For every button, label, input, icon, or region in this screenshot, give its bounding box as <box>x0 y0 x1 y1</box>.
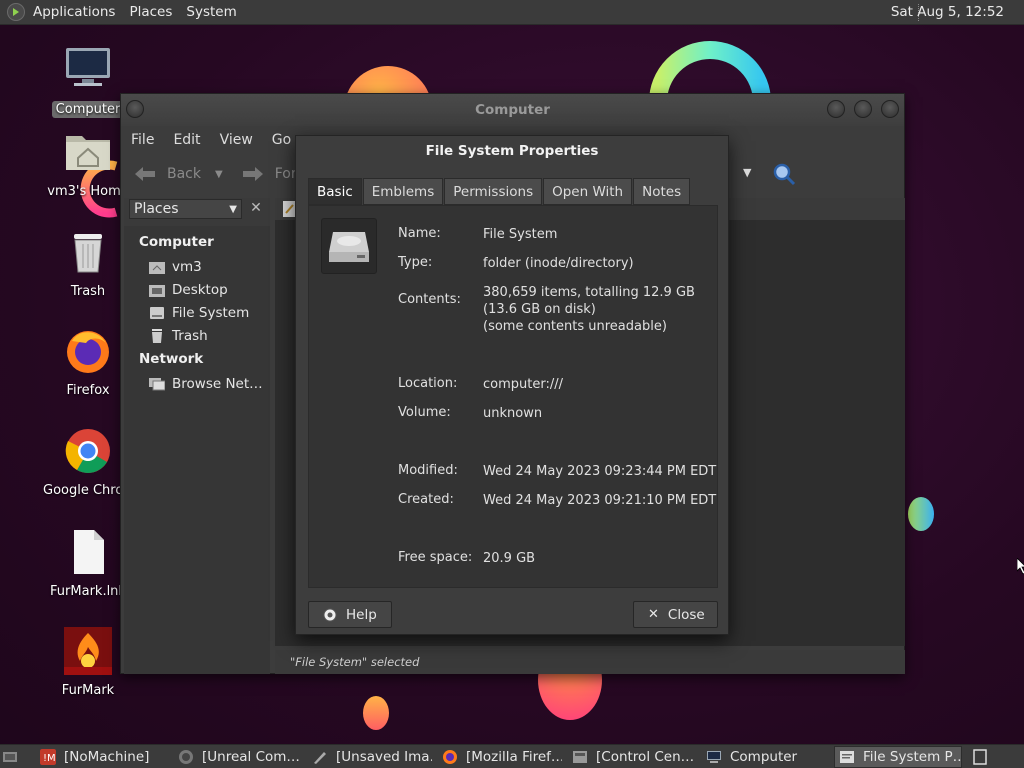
task-nomachine[interactable]: !M [NoMachine] <box>36 746 168 768</box>
back-dropdown-icon[interactable]: ▼ <box>215 169 223 180</box>
sidebar-group-network: Network <box>139 351 204 367</box>
top-panel: Applications Places System Sat Aug 5, 12… <box>0 0 1024 25</box>
help-button[interactable]: Help <box>308 601 392 628</box>
home-folder-icon <box>66 136 110 170</box>
system-menu[interactable]: System <box>186 4 236 20</box>
task-image-editor[interactable]: [Unsaved Ima… <box>308 746 432 768</box>
modified-value: Wed 24 May 2023 09:23:44 PM EDT <box>483 464 717 479</box>
sidebar-item-vm3[interactable]: vm3 <box>124 255 270 278</box>
contents-value-total: 380,659 items, totalling 12.9 GB <box>483 285 695 300</box>
furmark-icon <box>64 627 112 675</box>
properties-dialog: File System Properties Basic Emblems Per… <box>295 135 729 635</box>
tab-emblems[interactable]: Emblems <box>362 178 444 205</box>
minimize-button[interactable] <box>827 100 845 118</box>
created-label: Created: <box>398 492 454 507</box>
sidebar-item-file-system[interactable]: File System <box>124 301 270 324</box>
task-unreal[interactable]: [Unreal Com… <box>174 746 302 768</box>
contents-value-note: (some contents unreadable) <box>483 319 667 334</box>
svg-text:!M: !M <box>43 753 56 764</box>
task-computer[interactable]: Computer <box>702 746 828 768</box>
window-close-button[interactable] <box>881 100 899 118</box>
contents-value-disk: (13.6 GB on disk) <box>483 302 596 317</box>
menu-edit[interactable]: Edit <box>173 132 200 148</box>
back-arrow-icon <box>135 167 155 181</box>
desktop-folder-icon <box>149 284 165 297</box>
location-label: Location: <box>398 376 458 391</box>
dialog-title[interactable]: File System Properties <box>296 136 728 166</box>
clock[interactable]: Sat Aug 5, 12:52 <box>891 4 1004 20</box>
volume-value: unknown <box>483 406 543 421</box>
type-label: Type: <box>398 255 433 270</box>
name-label: Name: <box>398 226 441 241</box>
back-button[interactable]: Back ▼ <box>133 164 223 184</box>
home-icon <box>149 261 165 274</box>
firefox-icon <box>443 749 457 764</box>
modified-label: Modified: <box>398 463 458 478</box>
close-icon: ✕ <box>648 607 659 622</box>
free-space-value: 20.9 GB <box>483 551 536 566</box>
menu-file[interactable]: File <box>131 132 154 148</box>
name-value[interactable]: File System <box>483 226 557 243</box>
tab-basic[interactable]: Basic <box>308 178 362 205</box>
sidebar: Places ▼ ✕ Computer vm3 Desktop File Sys… <box>124 198 270 674</box>
sidebar-group-computer: Computer <box>139 234 214 250</box>
show-desktop-icon <box>3 751 17 762</box>
taskbar: !M [NoMachine] [Unreal Com… [Unsaved Ima… <box>0 744 1024 768</box>
places-menu[interactable]: Places <box>129 4 172 20</box>
chevron-down-icon: ▼ <box>229 203 237 215</box>
drive-icon <box>150 306 164 319</box>
computer-icon <box>707 750 721 763</box>
task-firefox[interactable]: [Mozilla Firef… <box>438 746 562 768</box>
properties-icon <box>840 750 854 763</box>
drive-icon[interactable] <box>321 218 377 274</box>
location-value: computer:/// <box>483 377 563 392</box>
window-titlebar[interactable]: Computer <box>121 94 904 126</box>
workspace-icon <box>973 748 987 765</box>
task-control-center[interactable]: [Control Cen… <box>568 746 696 768</box>
status-bar: "File System" selected <box>275 650 905 674</box>
firefox-icon <box>67 331 109 373</box>
unreal-icon <box>179 749 193 764</box>
applications-menu[interactable]: Applications <box>33 4 115 20</box>
close-button[interactable]: ✕ Close <box>633 601 718 628</box>
dialog-tabs: Basic Emblems Permissions Open With Note… <box>308 178 691 205</box>
task-file-system-properties[interactable]: File System P… <box>834 745 962 768</box>
trash-icon <box>152 328 162 343</box>
window-title: Computer <box>475 102 550 118</box>
chrome-icon <box>65 429 110 473</box>
maximize-button[interactable] <box>854 100 872 118</box>
workspace-switcher[interactable] <box>968 746 988 768</box>
show-desktop-button[interactable] <box>0 746 26 768</box>
close-sidebar-icon[interactable]: ✕ <box>246 198 266 218</box>
sidebar-item-browse-network[interactable]: Browse Net… <box>124 372 270 395</box>
contents-label: Contents: <box>398 292 461 307</box>
trash-icon <box>74 234 102 273</box>
nomachine-icon: !M <box>40 748 56 765</box>
view-dropdown-icon[interactable]: ▼ <box>743 166 751 179</box>
computer-icon <box>66 48 110 86</box>
tab-open-with[interactable]: Open With <box>543 178 633 205</box>
mouse-cursor-icon <box>1017 558 1024 574</box>
help-icon <box>323 608 337 621</box>
forward-arrow-icon <box>242 167 263 181</box>
search-icon[interactable] <box>772 162 796 186</box>
tab-notes[interactable]: Notes <box>633 178 691 205</box>
mate-logo-icon[interactable] <box>7 3 25 21</box>
sidebar-type-select[interactable]: Places ▼ <box>129 199 242 219</box>
menu-view[interactable]: View <box>220 132 253 148</box>
volume-label: Volume: <box>398 405 451 420</box>
free-space-label: Free space: <box>398 550 473 565</box>
sidebar-item-trash[interactable]: Trash <box>124 324 270 347</box>
sidebar-item-desktop[interactable]: Desktop <box>124 278 270 301</box>
image-editor-icon <box>314 751 326 764</box>
file-icon <box>74 530 104 574</box>
basic-tab-panel: Name: File System Type: folder (inode/di… <box>308 205 718 588</box>
tab-permissions[interactable]: Permissions <box>444 178 543 205</box>
menu-go[interactable]: Go <box>272 132 291 148</box>
control-center-icon <box>573 750 587 763</box>
network-icon <box>149 377 165 390</box>
created-value: Wed 24 May 2023 09:21:10 PM EDT <box>483 493 717 508</box>
type-value: folder (inode/directory) <box>483 256 634 271</box>
